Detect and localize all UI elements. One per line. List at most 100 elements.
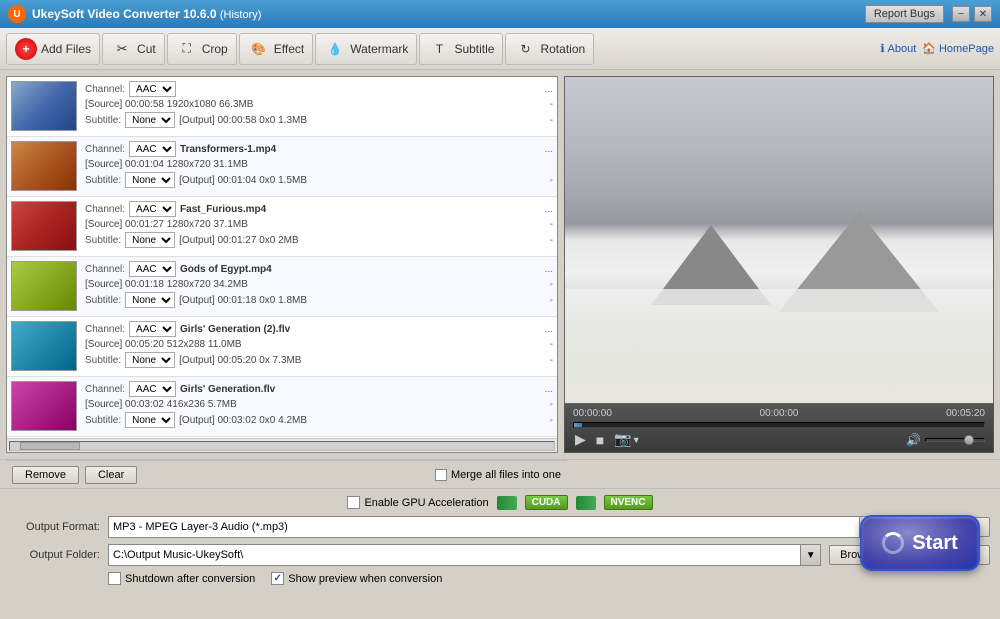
file-thumbnail [11, 321, 77, 371]
subtitle-button[interactable]: T Subtitle [419, 33, 503, 65]
subtitle-label: Subtitle: [85, 235, 121, 246]
minimize-button[interactable]: − [952, 6, 970, 22]
subtitle-label: Subtitle: [85, 115, 121, 126]
merge-label: Merge all files into one [435, 469, 561, 481]
effect-button[interactable]: 🎨 Effect [239, 33, 313, 65]
app-title: UkeySoft Video Converter 10.6.0 (History… [32, 7, 261, 21]
file-dots[interactable]: ... [545, 324, 553, 335]
subtitle-label: Subtitle: [85, 175, 121, 186]
file-output: [Output] 00:05:20 0x 7.3MB [179, 355, 301, 366]
about-link[interactable]: ℹ About [880, 42, 916, 55]
file-info: Channel: AAC Girls' Generation.flv ... [… [85, 381, 553, 428]
file-meta-row-bottom: Subtitle: None [Output] 00:01:18 0x0 1.8… [85, 292, 553, 308]
channel-select[interactable]: AAC [129, 261, 176, 277]
volume-track[interactable] [925, 438, 985, 442]
file-output: [Output] 00:01:27 0x0 2MB [179, 235, 299, 246]
clear-button[interactable]: Clear [85, 466, 137, 484]
subtitle-select[interactable]: None [125, 172, 175, 188]
watermark-button[interactable]: 💧 Watermark [315, 33, 417, 65]
crop-icon: ⛶ [176, 38, 198, 60]
file-source: [Source] 00:05:20 512x288 11.0MB [85, 339, 242, 350]
folder-dropdown-arrow[interactable]: ▼ [801, 544, 821, 566]
format-label: Output Format: [10, 521, 100, 533]
file-dots[interactable]: ... [545, 264, 553, 275]
close-button[interactable]: ✕ [974, 6, 992, 22]
remove-button[interactable]: Remove [12, 466, 79, 484]
subtitle-select[interactable]: None [125, 112, 175, 128]
start-label: Start [912, 532, 958, 555]
rotation-button[interactable]: ↻ Rotation [505, 33, 594, 65]
table-row[interactable]: Channel: AAC Fast_Furious.mp4 ... [Sourc… [7, 197, 557, 257]
video-progress-bar[interactable] [573, 422, 985, 428]
file-source-row: [Source] 00:01:18 1280x720 34.2MB - [85, 279, 553, 290]
file-source: [Source] 00:00:58 1920x1080 66.3MB [85, 99, 253, 110]
time-display: 00:00:00 00:00:00 00:05:20 [573, 408, 985, 419]
volume-slider[interactable]: 🔊 [906, 433, 985, 447]
format-input[interactable] [108, 516, 860, 538]
file-source: [Source] 00:01:27 1280x720 37.1MB [85, 219, 248, 230]
table-row[interactable]: Channel: AAC Gods of Egypt.mp4 ... [Sour… [7, 257, 557, 317]
file-dots[interactable]: ... [545, 84, 553, 95]
file-output: [Output] 00:01:18 0x0 1.8MB [179, 295, 307, 306]
file-list-panel: Channel: AAC ... [Source] 00:00:58 1920x… [6, 76, 558, 453]
table-row[interactable]: Channel: AAC Girls' Generation (2).flv .… [7, 317, 557, 377]
cut-label: Cut [137, 42, 156, 56]
file-dots[interactable]: ... [545, 144, 553, 155]
file-dots[interactable]: ... [545, 204, 553, 215]
channel-select[interactable]: AAC [129, 81, 176, 97]
table-row[interactable]: Channel: AAC ... [Source] 00:00:58 1920x… [7, 77, 557, 137]
subtitle-select[interactable]: None [125, 232, 175, 248]
stop-button[interactable]: ■ [594, 432, 606, 448]
file-meta-row-bottom: Subtitle: None [Output] 00:00:58 0x0 1.3… [85, 112, 553, 128]
crop-label: Crop [202, 42, 228, 56]
hscroll-thumb [20, 442, 80, 450]
screenshot-dropdown[interactable]: ▼ [632, 435, 641, 445]
show-preview-option: ✓ Show preview when conversion [271, 572, 442, 585]
file-source-row: [Source] 00:05:20 512x288 11.0MB - [85, 339, 553, 350]
file-list-scroll[interactable]: Channel: AAC ... [Source] 00:00:58 1920x… [7, 77, 557, 438]
crop-button[interactable]: ⛶ Crop [167, 33, 237, 65]
merge-checkbox[interactable] [435, 469, 447, 481]
cut-icon: ✂ [111, 38, 133, 60]
file-source: [Source] 00:03:02 416x236 5.7MB [85, 399, 237, 410]
video-background [565, 77, 993, 403]
folder-row: Output Folder: ▼ Browse... Open Output [10, 544, 990, 566]
table-row[interactable]: Channel: AAC Transformers-1.mp4 ... [Sou… [7, 137, 557, 197]
screenshot-button[interactable]: 📷 ▼ [612, 431, 642, 448]
file-name: Girls' Generation.flv [180, 384, 541, 395]
table-row[interactable]: Channel: AAC Girls' Generation.flv ... [… [7, 377, 557, 437]
gpu-label: Enable GPU Acceleration [364, 497, 488, 509]
file-dash: - [550, 219, 553, 230]
app-icon: U [8, 5, 26, 23]
file-meta-row-top: Channel: AAC Girls' Generation.flv ... [85, 381, 553, 397]
file-thumbnail [11, 141, 77, 191]
homepage-link[interactable]: 🏠 HomePage [922, 42, 994, 55]
file-source: [Source] 00:01:04 1280x720 31.1MB [85, 159, 248, 170]
folder-input-container: ▼ [108, 544, 821, 566]
gpu-acceleration-checkbox[interactable] [347, 496, 360, 509]
play-button[interactable]: ▶ [573, 431, 588, 448]
snow-overlay [565, 289, 993, 403]
add-files-button[interactable]: + Add Files [6, 33, 100, 65]
folder-input[interactable] [108, 544, 801, 566]
report-bugs-button[interactable]: Report Bugs [865, 5, 944, 23]
channel-select[interactable]: AAC [129, 381, 176, 397]
subtitle-select[interactable]: None [125, 412, 175, 428]
show-preview-checkbox[interactable]: ✓ [271, 572, 284, 585]
file-info: Channel: AAC Gods of Egypt.mp4 ... [Sour… [85, 261, 553, 308]
file-meta-row-bottom: Subtitle: None [Output] 00:01:27 0x0 2MB… [85, 232, 553, 248]
start-button[interactable]: Start [860, 515, 980, 571]
channel-select[interactable]: AAC [129, 321, 176, 337]
subtitle-select[interactable]: None [125, 352, 175, 368]
horizontal-scrollbar[interactable] [7, 438, 557, 452]
channel-select[interactable]: AAC [129, 201, 176, 217]
channel-select[interactable]: AAC [129, 141, 176, 157]
file-dots[interactable]: ... [545, 384, 553, 395]
cut-button[interactable]: ✂ Cut [102, 33, 165, 65]
file-meta-row-top: Channel: AAC Gods of Egypt.mp4 ... [85, 261, 553, 277]
subtitle-select[interactable]: None [125, 292, 175, 308]
nvenc-badge: NVENC [604, 495, 653, 510]
shutdown-checkbox[interactable] [108, 572, 121, 585]
channel-label: Channel: [85, 204, 125, 215]
file-meta-row-top: Channel: AAC Girls' Generation (2).flv .… [85, 321, 553, 337]
